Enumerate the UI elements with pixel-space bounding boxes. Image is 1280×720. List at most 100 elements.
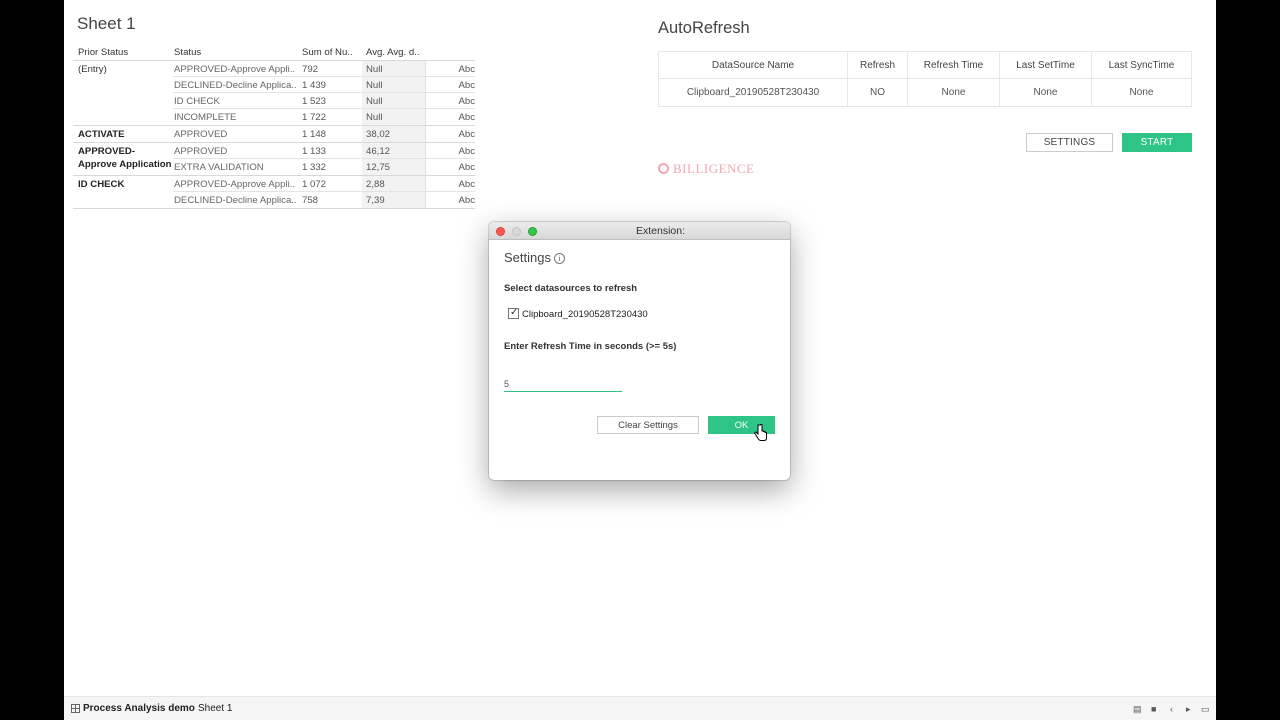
last-synctime-cell: None <box>1091 78 1192 107</box>
prior-status-cell[interactable]: (Entry) <box>78 63 173 76</box>
status-cell: INCOMPLETE <box>174 112 237 123</box>
refresh-time-cell: None <box>907 78 1000 107</box>
status-cell: APPROVED-Approve Appli.. <box>174 179 296 190</box>
status-cell: APPROVED <box>174 129 228 140</box>
datasource-option-label: Clipboard_20190528T230430 <box>522 309 648 320</box>
avg-cell: Null <box>366 80 383 91</box>
grid-view-icon[interactable]: ▤ <box>1133 704 1142 715</box>
avg-cell: Null <box>366 96 383 107</box>
avg-cell: 12,75 <box>366 162 391 173</box>
extension-dialog: Extension: Settings i Select datasources … <box>489 222 790 480</box>
refresh-cell: NO <box>847 78 908 107</box>
autorefresh-title: AutoRefresh <box>658 19 750 37</box>
info-icon[interactable]: i <box>553 253 565 264</box>
datasource-table: DataSource Name Refresh Refresh Time Las… <box>658 51 1192 107</box>
status-cell: EXTRA VALIDATION <box>174 162 264 173</box>
datasource-checkbox-row[interactable]: Clipboard_20190528T230430 <box>508 307 648 320</box>
col-refresh-time: Refresh Time <box>907 51 1000 79</box>
prior-status-cell[interactable]: ACTIVATE <box>78 128 173 141</box>
refresh-time-input[interactable] <box>504 376 622 392</box>
dashboard-grid-icon <box>71 704 80 713</box>
status-cell: APPROVED-Approve Appli.. <box>174 64 296 75</box>
prior-status-cell[interactable]: APPROVED-Approve Application <box>78 145 173 171</box>
avg-cell: 7,39 <box>366 195 385 206</box>
sum-cell: 1 133 <box>302 146 327 157</box>
sum-cell: 1 148 <box>302 129 327 140</box>
table-row[interactable]: EXTRA VALIDATION 1 332 12,75 Abc <box>173 159 475 175</box>
datasource-name-cell: Clipboard_20190528T230430 <box>658 78 848 107</box>
abc-cell: Abc <box>458 146 475 157</box>
tab-sheet-1[interactable]: Sheet 1 <box>198 703 232 714</box>
dashboard-canvas: Sheet 1 Prior Status Status Sum of Nu.. … <box>64 0 1216 720</box>
table-row[interactable]: APPROVED-Approve Appli.. 792 Null Abc <box>173 61 475 77</box>
col-prior-status[interactable]: Prior Status <box>78 47 128 58</box>
tab-process-analysis-demo[interactable]: Process Analysis demo <box>83 703 195 714</box>
table-group: (Entry) APPROVED-Approve Appli.. 792 Nul… <box>73 61 475 126</box>
col-last-settime: Last SetTime <box>999 51 1092 79</box>
col-datasource-name: DataSource Name <box>658 51 848 79</box>
abc-cell: Abc <box>458 64 475 75</box>
abc-cell: Abc <box>458 80 475 91</box>
sum-cell: 792 <box>302 64 319 75</box>
sum-cell: 1 722 <box>302 112 327 123</box>
table-row[interactable]: APPROVED 1 148 38,02 Abc <box>173 126 475 142</box>
settings-heading: Settings i <box>504 250 565 265</box>
table-row[interactable]: ID CHECK 1 523 Null Abc <box>173 93 475 109</box>
logo-ring-icon <box>658 163 669 174</box>
billigence-logo: BILLIGENCE <box>658 161 755 177</box>
hand-cursor-icon <box>754 424 767 441</box>
avg-cell: 46,12 <box>366 146 391 157</box>
sum-cell: 1 439 <box>302 80 327 91</box>
dialog-window-title: Extension: <box>635 225 686 237</box>
col-status[interactable]: Status <box>174 47 201 58</box>
refresh-time-label: Enter Refresh Time in seconds (>= 5s) <box>504 341 677 352</box>
avg-cell: 2,88 <box>366 179 385 190</box>
abc-cell: Abc <box>458 162 475 173</box>
table-group: APPROVED-Approve Application APPROVED 1 … <box>73 143 475 176</box>
clear-settings-button[interactable]: Clear Settings <box>597 416 699 434</box>
table-group: ID CHECK APPROVED-Approve Appli.. 1 072 … <box>73 176 475 209</box>
table-row[interactable]: APPROVED-Approve Appli.. 1 072 2,88 Abc <box>173 176 475 192</box>
datasource-checkbox[interactable] <box>508 307 519 319</box>
sum-cell: 1 072 <box>302 179 327 190</box>
status-cell: DECLINED-Decline Applica.. <box>174 195 297 206</box>
status-cell: APPROVED <box>174 146 228 157</box>
table-group: ACTIVATE APPROVED 1 148 38,02 Abc <box>73 126 475 143</box>
crosstab-table: Prior Status Status Sum of Nu.. Avg. Avg… <box>73 46 475 209</box>
col-last-synctime: Last SyncTime <box>1091 51 1192 79</box>
settings-heading-text: Settings <box>504 250 551 265</box>
settings-button[interactable]: SETTINGS <box>1026 133 1113 152</box>
dialog-titlebar[interactable]: Extension: <box>489 222 790 240</box>
last-settime-cell: None <box>999 78 1092 107</box>
filmstrip-view-icon[interactable]: ■ <box>1151 704 1156 714</box>
presentation-icon[interactable]: ▭ <box>1201 704 1210 715</box>
abc-cell: Abc <box>458 112 475 123</box>
table-row[interactable]: APPROVED 1 133 46,12 Abc <box>173 143 475 159</box>
abc-cell: Abc <box>458 179 475 190</box>
table-row[interactable]: DECLINED-Decline Applica.. 758 7,39 Abc <box>173 192 475 208</box>
table-row[interactable]: DECLINED-Decline Applica.. 1 439 Null Ab… <box>173 77 475 93</box>
sum-cell: 1 332 <box>302 162 327 173</box>
start-button[interactable]: START <box>1122 133 1192 152</box>
sheet-title: Sheet 1 <box>77 14 136 33</box>
status-cell: DECLINED-Decline Applica.. <box>174 80 297 91</box>
abc-cell: Abc <box>458 96 475 107</box>
sum-cell: 758 <box>302 195 319 206</box>
bottom-tab-bar: Process Analysis demo Sheet 1 ▤ ■ ‹ ▸ ▭ <box>64 696 1216 720</box>
select-datasources-label: Select datasources to refresh <box>504 283 638 294</box>
avg-cell: Null <box>366 112 383 123</box>
abc-cell: Abc <box>458 129 475 140</box>
col-avg[interactable]: Avg. Avg. d.. <box>366 47 420 58</box>
status-cell: ID CHECK <box>174 96 220 107</box>
col-sum[interactable]: Sum of Nu.. <box>302 47 353 58</box>
table-row[interactable]: INCOMPLETE 1 722 Null Abc <box>173 109 475 125</box>
prior-status-cell[interactable]: ID CHECK <box>78 178 173 191</box>
avg-cell: 38,02 <box>366 129 391 140</box>
table-header: Prior Status Status Sum of Nu.. Avg. Avg… <box>73 46 475 61</box>
sum-cell: 1 523 <box>302 96 327 107</box>
previous-icon[interactable]: ‹ <box>1170 704 1173 714</box>
table-row: Clipboard_20190528T230430 NO None None N… <box>658 78 1192 107</box>
logo-text: BILLIGENCE <box>673 161 755 176</box>
next-icon[interactable]: ▸ <box>1186 704 1191 715</box>
avg-cell: Null <box>366 64 383 75</box>
